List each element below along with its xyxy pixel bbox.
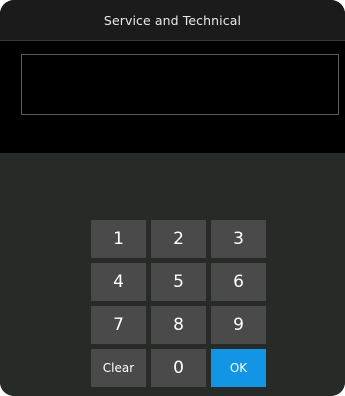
- key-8-label: 8: [173, 315, 184, 335]
- key-8[interactable]: 8: [151, 306, 206, 344]
- key-1[interactable]: 1: [91, 220, 146, 258]
- key-2-label: 2: [173, 229, 184, 249]
- key-3-label: 3: [233, 229, 244, 249]
- key-4-label: 4: [113, 272, 124, 292]
- key-1-label: 1: [113, 229, 124, 249]
- key-9[interactable]: 9: [211, 306, 266, 344]
- key-5[interactable]: 5: [151, 263, 206, 301]
- ok-button[interactable]: OK: [211, 349, 266, 387]
- clear-button[interactable]: Clear: [91, 349, 146, 387]
- key-2[interactable]: 2: [151, 220, 206, 258]
- page-title: Service and Technical: [103, 12, 242, 28]
- device-screen: Service and Technical 1 2 3 4 5 6 7 8 9: [0, 0, 345, 396]
- code-input-field[interactable]: [21, 54, 339, 115]
- key-6-label: 6: [233, 272, 244, 292]
- key-0-label: 0: [173, 358, 184, 378]
- key-7-label: 7: [113, 315, 124, 335]
- ok-button-label: OK: [229, 361, 248, 375]
- title-bar: Service and Technical: [0, 0, 345, 41]
- key-4[interactable]: 4: [91, 263, 146, 301]
- keypad-panel: 1 2 3 4 5 6 7 8 9 Clear 0 OK: [0, 153, 345, 396]
- clear-button-label: Clear: [102, 361, 135, 375]
- key-9-label: 9: [233, 315, 244, 335]
- key-7[interactable]: 7: [91, 306, 146, 344]
- key-0[interactable]: 0: [151, 349, 206, 387]
- key-6[interactable]: 6: [211, 263, 266, 301]
- key-5-label: 5: [173, 272, 184, 292]
- key-3[interactable]: 3: [211, 220, 266, 258]
